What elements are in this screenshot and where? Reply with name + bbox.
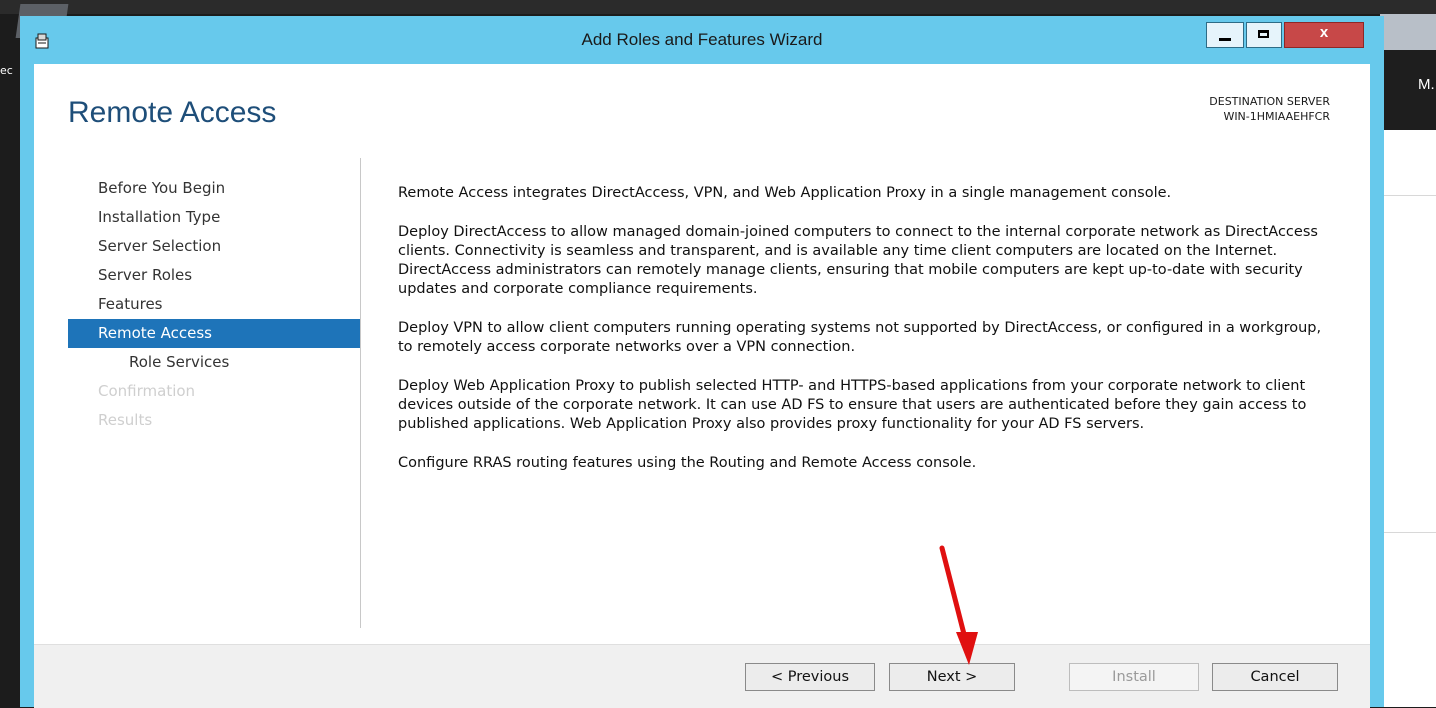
nav-item-confirmation: Confirmation bbox=[98, 382, 196, 400]
destination-server-name: WIN-1HMIAAEHFCR bbox=[1223, 110, 1330, 123]
title-bar[interactable]: Add Roles and Features Wizard x bbox=[20, 16, 1384, 64]
description-paragraph: Deploy Web Application Proxy to publish … bbox=[398, 378, 1307, 432]
minimize-button[interactable] bbox=[1206, 22, 1244, 48]
next-button[interactable]: Next > bbox=[889, 663, 1015, 691]
nav-divider bbox=[360, 158, 361, 628]
background-left-text: ec bbox=[0, 64, 13, 77]
page-title: Remote Access bbox=[68, 96, 277, 129]
description-paragraph: Configure RRAS routing features using th… bbox=[398, 455, 977, 471]
background-panel-header bbox=[1380, 14, 1436, 50]
description-paragraph: Deploy VPN to allow client computers run… bbox=[398, 320, 1322, 355]
background-divider bbox=[1380, 532, 1436, 533]
minimize-icon bbox=[1219, 38, 1231, 41]
window-title: Add Roles and Features Wizard bbox=[581, 30, 823, 49]
description-panel: Remote Access integrates DirectAccess, V… bbox=[398, 184, 1328, 493]
background-top-strip bbox=[0, 0, 1436, 14]
nav-item-remote-access[interactable]: Remote Access bbox=[68, 319, 360, 348]
destination-server: DESTINATION SERVER WIN-1HMIAAEHFCR bbox=[1209, 94, 1330, 124]
wizard-nav: Before You Begin Installation Type Serve… bbox=[68, 174, 360, 435]
maximize-button[interactable] bbox=[1246, 22, 1282, 48]
nav-item-features[interactable]: Features bbox=[68, 290, 360, 319]
nav-item-role-services[interactable]: Role Services bbox=[68, 348, 360, 377]
background-divider bbox=[1380, 195, 1436, 196]
nav-item-before-you-begin[interactable]: Before You Begin bbox=[68, 174, 360, 203]
background-dark-banner: M. bbox=[1380, 50, 1436, 130]
wizard-window: Add Roles and Features Wizard x Remote A… bbox=[20, 16, 1384, 708]
nav-item-results: Results bbox=[98, 411, 153, 429]
description-paragraph: Deploy DirectAccess to allow managed dom… bbox=[398, 224, 1318, 297]
nav-item-installation-type[interactable]: Installation Type bbox=[68, 203, 360, 232]
wizard-client-area: Remote Access DESTINATION SERVER WIN-1HM… bbox=[34, 64, 1370, 708]
cancel-button[interactable]: Cancel bbox=[1212, 663, 1338, 691]
maximize-icon bbox=[1258, 30, 1269, 38]
wizard-footer: < Previous Next > Install Cancel bbox=[34, 644, 1370, 708]
destination-server-label: DESTINATION SERVER bbox=[1209, 95, 1330, 108]
install-button: Install bbox=[1069, 663, 1199, 691]
background-banner-text: M. bbox=[1418, 76, 1435, 93]
previous-button[interactable]: < Previous bbox=[745, 663, 875, 691]
close-icon: x bbox=[1319, 24, 1329, 41]
nav-item-server-roles[interactable]: Server Roles bbox=[68, 261, 360, 290]
close-button[interactable]: x bbox=[1284, 22, 1364, 48]
nav-item-server-selection[interactable]: Server Selection bbox=[68, 232, 360, 261]
description-paragraph: Remote Access integrates DirectAccess, V… bbox=[398, 185, 1172, 201]
